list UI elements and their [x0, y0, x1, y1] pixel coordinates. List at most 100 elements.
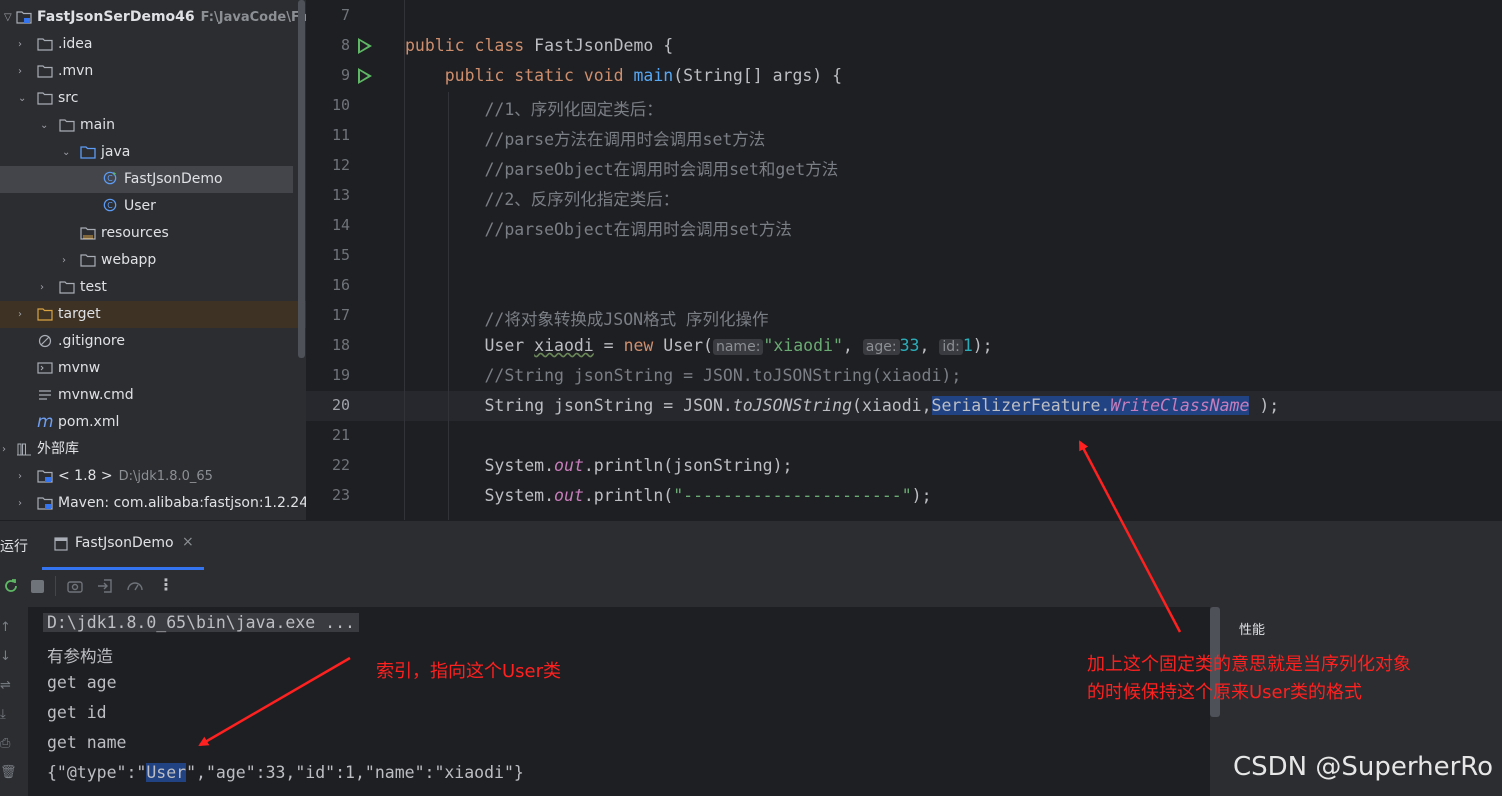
soft-wrap-icon[interactable]: ⇌: [0, 678, 14, 693]
line-number-current: 20: [331, 396, 350, 414]
scroll-to-end-icon[interactable]: ⤓: [0, 707, 14, 722]
tree-item-jdk[interactable]: › < 1.8 > D:\jdk1.8.0_65: [0, 463, 306, 490]
console-line: get id: [47, 703, 107, 722]
chevron-down-icon[interactable]: ⌄: [62, 139, 72, 166]
profiler-icon[interactable]: [126, 577, 144, 595]
tree-item-mvnw-cmd[interactable]: mvnw.cmd: [0, 382, 306, 409]
tree-item-mvn[interactable]: › .mvn: [0, 58, 306, 85]
tab-label: FastJsonDemo: [75, 535, 174, 551]
tree-item-user[interactable]: C User: [0, 193, 306, 220]
tree-item-label: Maven: com.alibaba:fastjson:1.2.24: [58, 495, 306, 511]
print-icon[interactable]: ⎙: [0, 736, 14, 751]
tree-item-fastjsondemo[interactable]: C FastJsonDemo: [0, 166, 293, 193]
tree-item-label: FastJsonDemo: [124, 171, 223, 187]
library-icon: [17, 443, 31, 456]
tree-item-java[interactable]: ⌄ java: [0, 139, 306, 166]
chevron-down-icon[interactable]: ⌄: [18, 85, 28, 112]
console-json-output: {"@type":"User","age":33,"id":1,"name":"…: [47, 763, 524, 782]
folder-icon: [37, 38, 53, 51]
project-root-path: F:\JavaCode\FastJs: [200, 10, 306, 25]
chevron-right-icon[interactable]: ›: [2, 436, 12, 463]
tree-root[interactable]: ▽ FastJsonSerDemo46 F:\JavaCode\FastJs: [0, 4, 306, 31]
chevron-down-icon[interactable]: ▽: [4, 4, 14, 31]
code-line-14: //parseObject在调用时会调用set方法: [405, 220, 792, 239]
chevron-right-icon[interactable]: ›: [40, 274, 50, 301]
tree-item-label: mvnw.cmd: [58, 387, 134, 403]
scroll-up-icon[interactable]: ↑: [0, 620, 14, 635]
line-number: 18: [331, 336, 350, 354]
jdk-folder-icon: [37, 470, 53, 483]
line-number: 7: [340, 6, 350, 24]
code-editor[interactable]: 7 8 9 10 11 12 13 14 15 16 17 18 19 20 2…: [306, 0, 1502, 520]
scroll-down-icon[interactable]: ↓: [0, 649, 14, 664]
tree-item-webapp[interactable]: › webapp: [0, 247, 306, 274]
code-line-19: //String jsonString = JSON.toJSONString(…: [405, 366, 962, 385]
line-number: 23: [331, 486, 350, 504]
tree-item-label: src: [58, 90, 79, 106]
tree-item-src[interactable]: ⌄ src: [0, 85, 306, 112]
chevron-down-icon[interactable]: ⌄: [40, 112, 50, 139]
more-options-icon[interactable]: ⋮: [158, 575, 174, 594]
line-number: 8: [340, 36, 350, 54]
toolbar-divider: [55, 576, 56, 596]
code-line-22: System.out.println(jsonString);: [405, 456, 793, 475]
code-line-9: public static void main(String[] args) {: [405, 66, 843, 85]
console-command[interactable]: D:\jdk1.8.0_65\bin\java.exe ...: [43, 613, 359, 632]
line-number: 17: [331, 306, 350, 324]
line-number: 21: [331, 426, 350, 444]
camera-icon[interactable]: [66, 577, 84, 595]
tree-item-label: User: [124, 198, 156, 214]
rerun-icon[interactable]: [2, 577, 20, 595]
chevron-right-icon[interactable]: ›: [18, 490, 28, 517]
line-number: 10: [331, 96, 350, 114]
tree-item-test[interactable]: › test: [0, 274, 306, 301]
close-icon[interactable]: ×: [182, 534, 194, 550]
tree-item-pom[interactable]: m pom.xml: [0, 409, 306, 436]
chevron-right-icon[interactable]: ›: [18, 301, 28, 328]
console-icon: [54, 537, 68, 551]
line-number: 9: [340, 66, 350, 84]
project-scrollbar[interactable]: [298, 0, 305, 358]
tree-item-maven-lib[interactable]: › Maven: com.alibaba:fastjson:1.2.24: [0, 490, 306, 517]
selected-text: SerializerFeature.WriteClassName: [931, 396, 1250, 415]
code-line-20: String jsonString = JSON.toJSONString(xi…: [405, 396, 1280, 415]
code-line-8: public class FastJsonDemo {: [405, 36, 674, 55]
tab-fastjsondemo[interactable]: FastJsonDemo ×: [42, 521, 204, 570]
tree-item-resources[interactable]: resources: [0, 220, 306, 247]
console-line: 有参构造: [47, 647, 113, 666]
code-line-12: //parseObject在调用时会调用set和get方法: [405, 160, 839, 179]
stop-icon[interactable]: [31, 580, 44, 593]
tree-item-label: test: [80, 279, 107, 295]
watermark: CSDN @SuperherRo: [1233, 752, 1494, 782]
annotation-left: 索引，指向这个User类: [376, 661, 562, 682]
line-number: 15: [331, 246, 350, 264]
tree-item-main[interactable]: ⌄ main: [0, 112, 306, 139]
chevron-right-icon[interactable]: ›: [18, 58, 28, 85]
line-number: 16: [331, 276, 350, 294]
code-line-11: //parse方法在调用时会调用set方法: [405, 130, 766, 149]
module-folder-icon: [16, 11, 32, 24]
ignore-file-icon: [38, 334, 52, 348]
line-number: 12: [331, 156, 350, 174]
code-line-17: //将对象转换成JSON格式 序列化操作: [405, 310, 769, 329]
param-hint-age: age:: [862, 339, 900, 355]
text-file-icon: [39, 390, 51, 400]
run-main-icon[interactable]: [358, 68, 372, 84]
chevron-right-icon[interactable]: ›: [62, 247, 72, 274]
chevron-right-icon[interactable]: ›: [18, 463, 28, 490]
source-folder-icon: [80, 146, 96, 159]
login-icon[interactable]: [96, 577, 114, 595]
java-class-icon: C: [103, 198, 117, 212]
run-class-icon[interactable]: [358, 38, 372, 54]
tree-item-mvnw[interactable]: mvnw: [0, 355, 306, 382]
tree-item-idea[interactable]: › .idea: [0, 31, 306, 58]
annotation-right-2: 的时候保持这个原来User类的格式: [1087, 682, 1363, 703]
selected-text: User: [146, 763, 187, 782]
run-panel-title: 运行: [0, 539, 28, 555]
line-number: 22: [331, 456, 350, 474]
chevron-right-icon[interactable]: ›: [18, 31, 28, 58]
trash-icon[interactable]: 🗑: [0, 765, 17, 780]
tree-item-external-libs[interactable]: › 外部库: [0, 436, 306, 463]
tree-item-target[interactable]: › target: [0, 301, 306, 328]
tree-item-gitignore[interactable]: .gitignore: [0, 328, 306, 355]
